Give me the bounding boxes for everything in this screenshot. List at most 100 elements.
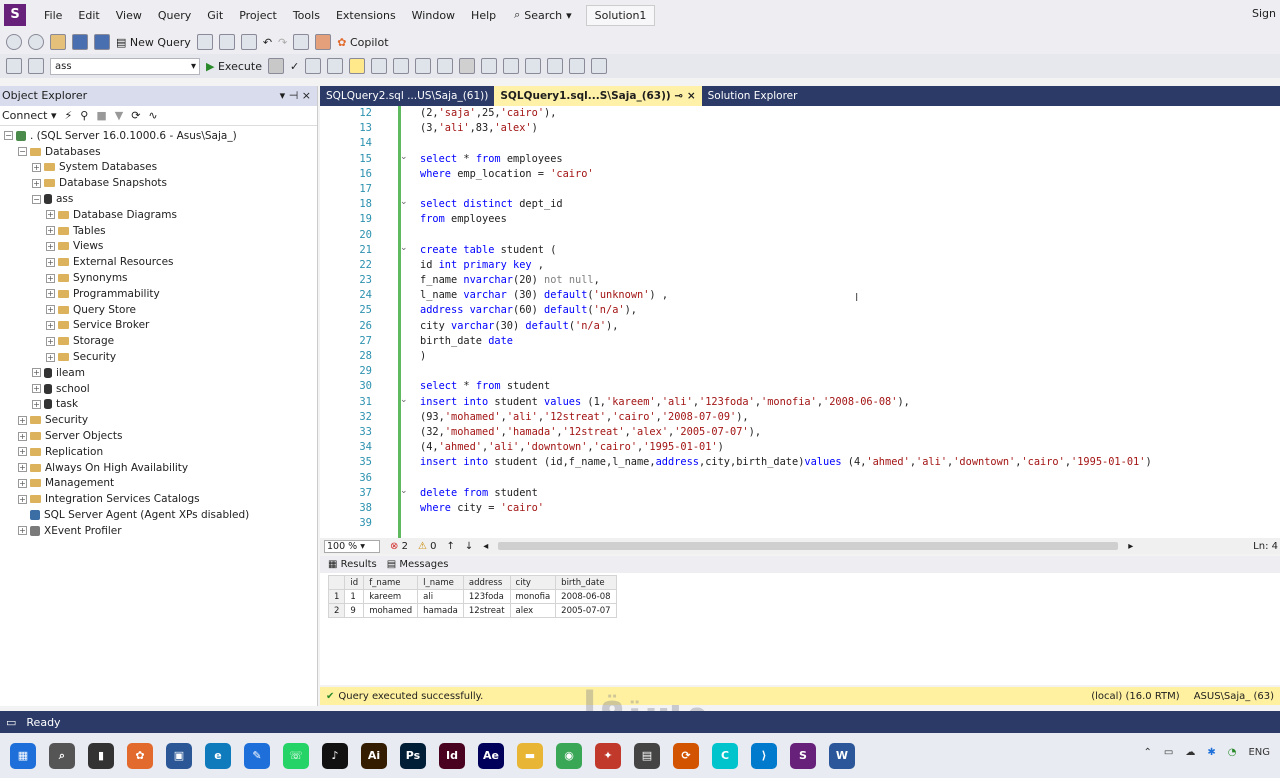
grid-cell[interactable]: alex — [509, 603, 557, 618]
row-number[interactable]: 1 — [327, 589, 346, 604]
template-icon[interactable] — [315, 34, 332, 50]
language-indicator[interactable]: ENG — [1248, 747, 1270, 758]
indesign-icon[interactable]: Id — [439, 742, 465, 769]
grid-cell[interactable]: mohamed — [363, 603, 419, 618]
dropdown-icon[interactable]: ▾ — [280, 89, 286, 102]
grid-cell[interactable]: hamada — [417, 603, 464, 618]
grid-cell[interactable]: 123foda — [462, 589, 511, 604]
tree-node[interactable]: + Server Objects — [4, 428, 317, 444]
app-icon-2[interactable]: ▤ — [634, 742, 660, 769]
expand-icon[interactable]: + — [46, 305, 55, 315]
tree-node[interactable]: + Storage — [4, 333, 317, 349]
stop-icon[interactable] — [267, 58, 284, 74]
scroll-left-icon[interactable]: ◂ — [483, 541, 488, 552]
expand-icon[interactable]: + — [46, 226, 55, 236]
grid-cell[interactable]: kareem — [363, 589, 419, 604]
expand-icon[interactable]: + — [32, 399, 41, 409]
stop-square-icon[interactable]: ■ — [96, 109, 106, 122]
db-query-icon[interactable] — [196, 34, 213, 50]
collapse-icon[interactable]: − — [4, 131, 13, 141]
whatsapp-icon[interactable]: ☏ — [283, 742, 309, 769]
pin-icon[interactable]: ⊸ — [671, 90, 687, 102]
menu-item-edit[interactable]: Edit — [70, 9, 107, 22]
grid-cell[interactable]: 12streat — [462, 603, 511, 618]
canva-icon[interactable]: C — [712, 742, 738, 769]
grid-column-header[interactable]: f_name — [363, 575, 419, 590]
results-to-file-icon[interactable] — [481, 58, 498, 74]
tree-node[interactable]: + ileam — [4, 365, 317, 381]
code-line[interactable]: birth_date date — [420, 334, 1280, 349]
fold-toggle-icon[interactable]: ⌄ — [400, 243, 408, 253]
code-line[interactable]: f_name nvarchar(20) not null, — [420, 273, 1280, 288]
whiteboard-icon[interactable]: ✎ — [244, 742, 270, 769]
document-tab[interactable]: SQLQuery2.sql ...US\Saja_(61)) — [320, 86, 494, 106]
expand-icon[interactable]: + — [18, 447, 27, 457]
code-line[interactable]: (3,'ali',83,'alex') — [420, 121, 1280, 136]
filter-icon[interactable]: ▼ — [115, 109, 123, 122]
client-stats-icon[interactable] — [415, 58, 432, 74]
code-line[interactable]: (93,'mohamed','ali','12streat','cairo','… — [420, 410, 1280, 425]
expand-icon[interactable]: + — [46, 352, 55, 362]
code-area[interactable]: (2,'saja',25,'cairo'), (3,'ali',83,'alex'… — [420, 106, 1280, 531]
expand-icon[interactable]: + — [46, 336, 55, 346]
refresh-icon[interactable]: ⟳ — [131, 109, 140, 122]
sign-in-link[interactable]: Sign — [1252, 7, 1276, 20]
code-line[interactable]: where city = 'cairo' — [420, 501, 1280, 516]
code-line[interactable] — [420, 228, 1280, 243]
grid-column-header[interactable]: id — [344, 575, 365, 590]
code-line[interactable] — [420, 471, 1280, 486]
row-number[interactable]: 2 — [327, 603, 346, 618]
document-tab[interactable]: SQLQuery1.sql...S\Saja_(63)) ⊸ × — [494, 86, 702, 106]
results-to-grid-icon[interactable] — [459, 58, 476, 74]
menu-item-project[interactable]: Project — [231, 9, 285, 22]
back-icon[interactable] — [6, 34, 22, 50]
tree-node[interactable]: + Database Snapshots — [4, 175, 317, 191]
results-to-text-icon[interactable] — [437, 58, 454, 74]
bluetooth-icon[interactable]: ✱ — [1207, 747, 1215, 758]
tree-node[interactable]: + Service Broker — [4, 318, 317, 334]
table-row[interactable]: 2 9 mohamed hamada 12streat alex 2005-07-07 — [327, 603, 617, 618]
code-line[interactable]: select * from student — [420, 379, 1280, 394]
specify-values-icon[interactable] — [591, 58, 608, 74]
horizontal-scrollbar[interactable] — [498, 542, 1119, 550]
tree-node[interactable]: + Database Diagrams — [4, 207, 317, 223]
messages-tab[interactable]: ▤ Messages — [387, 559, 449, 570]
grid-cell[interactable]: ali — [417, 589, 464, 604]
connect-plug-icon[interactable]: ⚡ — [65, 109, 73, 122]
grid-column-header[interactable]: city — [509, 575, 557, 590]
activity-monitor-icon[interactable] — [293, 34, 310, 50]
tree-node[interactable]: − . (SQL Server 16.0.1000.6 - Asus\Saja_) — [4, 128, 317, 144]
mdx-query-icon[interactable] — [218, 34, 235, 50]
vscode-icon[interactable]: ⟩ — [751, 742, 777, 769]
expand-icon[interactable]: + — [46, 273, 55, 283]
copilot-icon[interactable]: ✿ — [127, 742, 153, 769]
sync-icon[interactable]: ⟳ — [673, 742, 699, 769]
table-row[interactable]: 1 1 kareem ali 123foda monofia 2008-06-08 — [327, 589, 617, 604]
chevron-up-icon[interactable]: ⌃ — [1143, 747, 1151, 758]
include-plan-icon[interactable] — [371, 58, 388, 74]
comment-icon[interactable] — [503, 58, 520, 74]
grid-column-header[interactable]: l_name — [417, 575, 464, 590]
code-line[interactable]: delete from student — [420, 486, 1280, 501]
file-explorer-dark-icon[interactable]: ▮ — [88, 742, 114, 769]
grid-cell[interactable]: monofia — [509, 589, 557, 604]
save-icon[interactable] — [72, 34, 88, 50]
tree-node[interactable]: + task — [4, 397, 317, 413]
collapse-icon[interactable]: − — [18, 147, 27, 157]
code-line[interactable] — [420, 182, 1280, 197]
expand-icon[interactable]: + — [18, 494, 27, 504]
tree-node[interactable]: + Views — [4, 239, 317, 255]
cloud-icon[interactable]: ☁ — [1185, 747, 1195, 758]
expand-icon[interactable]: + — [32, 384, 41, 394]
grid-column-header[interactable]: address — [462, 575, 511, 590]
expand-icon[interactable]: + — [46, 289, 55, 299]
results-grid[interactable]: id f_name l_name address city birth_date 1 1 ka… — [327, 575, 617, 618]
code-line[interactable]: insert into student values (1,'kareem','… — [420, 395, 1280, 410]
decrease-indent-icon[interactable] — [547, 58, 564, 74]
windows-start-icon[interactable]: ▦ — [10, 742, 36, 769]
document-tab[interactable]: Solution Explorer — [702, 86, 804, 106]
intellisense-icon[interactable] — [349, 58, 366, 74]
menu-item-extensions[interactable]: Extensions — [328, 9, 404, 22]
tree-node[interactable]: + XEvent Profiler — [4, 523, 317, 539]
uncomment-icon[interactable] — [525, 58, 542, 74]
